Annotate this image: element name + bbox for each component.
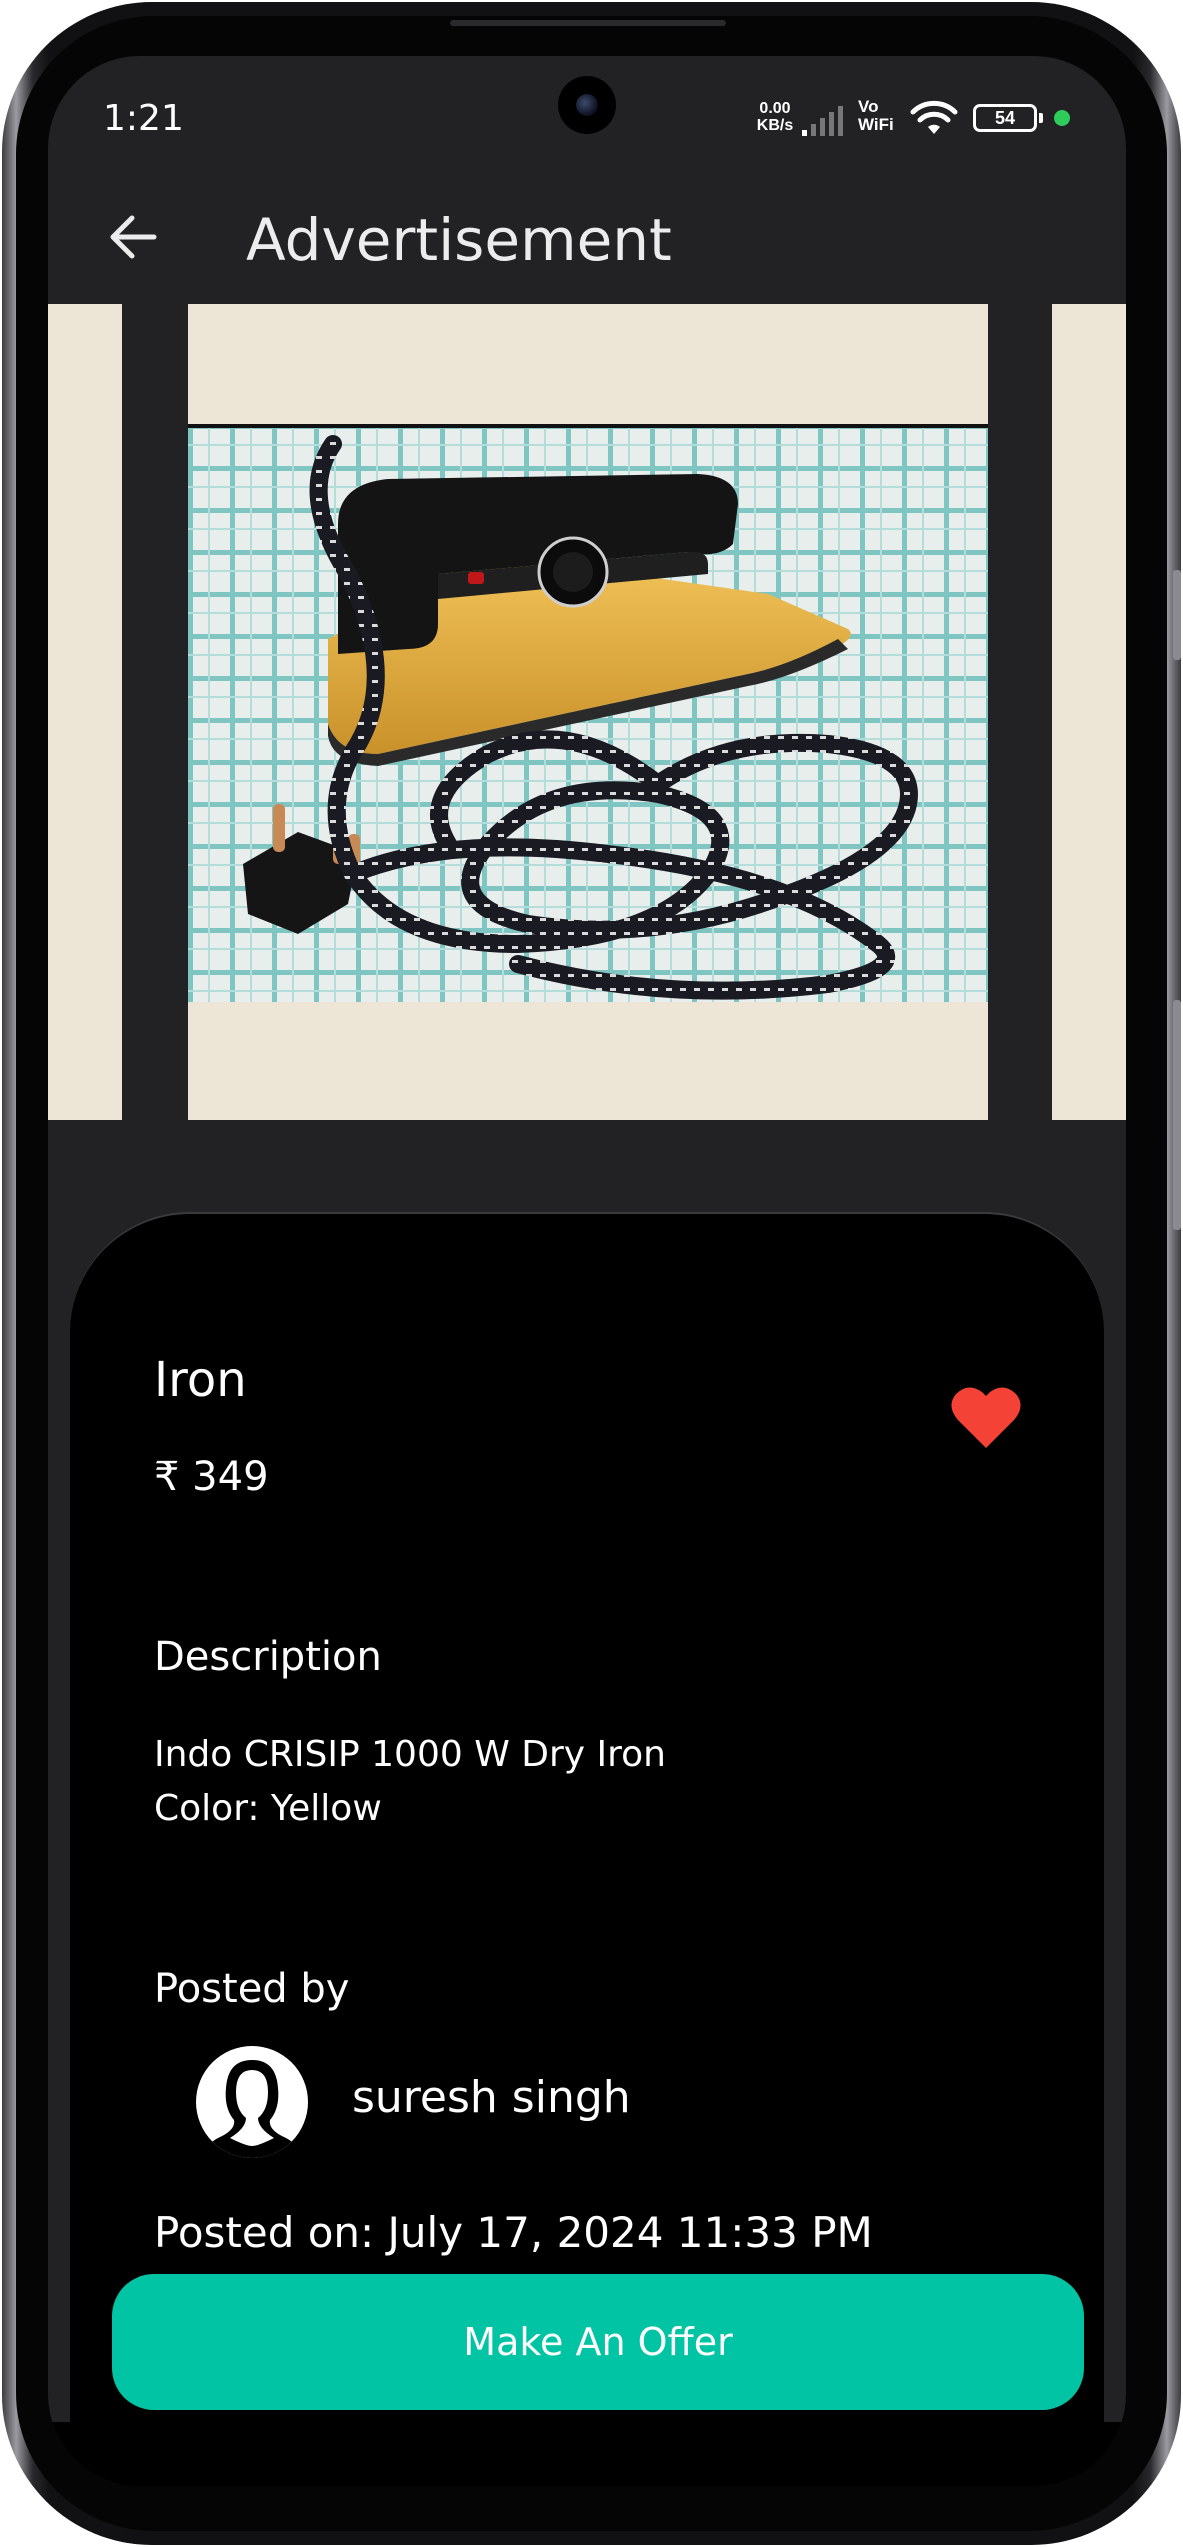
item-title: Iron xyxy=(154,1352,247,1408)
front-camera xyxy=(558,76,616,134)
back-button[interactable] xyxy=(88,192,178,282)
posted-on-date: Posted on: July 17, 2024 11:33 PM xyxy=(154,2208,873,2257)
posted-by-heading: Posted by xyxy=(154,1966,350,2012)
poster-name[interactable]: suresh singh xyxy=(352,2072,631,2123)
privacy-indicator-dot xyxy=(1054,110,1070,126)
status-bar: 1:21 0.00 KB/s Vo WiFi 54 xyxy=(48,56,1126,176)
currency-symbol: ₹ xyxy=(154,1454,180,1500)
carousel-prev-slide[interactable] xyxy=(48,304,122,1120)
wifi-icon xyxy=(910,100,958,134)
volume-button xyxy=(1173,570,1181,660)
favorite-heart-icon[interactable] xyxy=(950,1384,1022,1450)
signal-icon xyxy=(802,106,843,136)
network-speed: 0.00 KB/s xyxy=(752,100,798,134)
poster-avatar[interactable] xyxy=(196,2046,308,2158)
arrow-left-icon xyxy=(110,215,157,259)
description-line: Color: Yellow xyxy=(154,1788,382,1829)
product-photo xyxy=(188,424,988,1002)
network-speed-unit: KB/s xyxy=(756,117,794,134)
user-silhouette-icon xyxy=(202,2060,302,2158)
battery-icon: 54 xyxy=(973,104,1043,132)
app-bar: Advertisement xyxy=(48,176,1126,304)
price-value: 349 xyxy=(192,1454,269,1500)
image-carousel[interactable] xyxy=(48,304,1126,1120)
carousel-next-slide[interactable] xyxy=(1052,304,1126,1120)
make-offer-button[interactable]: Make An Offer xyxy=(112,2274,1084,2410)
wifi-label: WiFi xyxy=(858,115,894,134)
item-price: ₹ 349 xyxy=(154,1454,269,1500)
power-button xyxy=(1173,1000,1181,1230)
earpiece-slot xyxy=(450,20,726,26)
status-time: 1:21 xyxy=(103,98,184,139)
carousel-current-slide[interactable] xyxy=(188,304,988,1120)
screen: 1:21 0.00 KB/s Vo WiFi 54 Advertisement … xyxy=(48,56,1126,2486)
bottom-bar xyxy=(48,2422,1126,2486)
description-line: Indo CRISIP 1000 W Dry Iron xyxy=(154,1734,666,1775)
page-title: Advertisement xyxy=(246,206,672,274)
vowifi-indicator: Vo WiFi xyxy=(858,98,902,134)
description-heading: Description xyxy=(154,1634,382,1680)
vo-label: Vo xyxy=(858,97,879,116)
network-speed-value: 0.00 xyxy=(759,100,791,117)
